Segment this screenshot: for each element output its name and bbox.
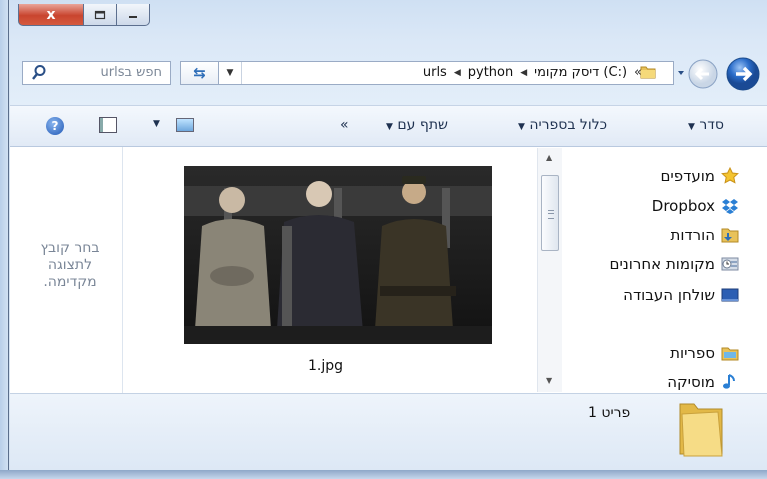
nav-item-music[interactable]: מוסיקה: [667, 372, 739, 392]
back-button[interactable]: [726, 57, 760, 91]
file-name-label[interactable]: 1.jpg: [308, 358, 343, 374]
breadcrumb-separator-icon[interactable]: ◀: [454, 68, 461, 78]
star-icon: [721, 167, 739, 184]
chevron-down-icon: ▼: [386, 122, 393, 132]
nav-item-dropbox[interactable]: Dropbox: [652, 196, 739, 216]
preview-message: בחר קובץ לתצוגה מקדימה.: [40, 240, 100, 290]
nav-item-label: מקומות אחרונים: [609, 255, 715, 273]
nav-item-label: ספריות: [670, 344, 715, 362]
view-options-dropdown[interactable]: ▼: [153, 119, 160, 129]
nav-pane-scrollbar[interactable]: ▲ ▼: [537, 148, 562, 392]
navigation-pane: מועדפים Dropbox הורדות מקומות אחרונים שו…: [562, 148, 767, 392]
search-icon: [32, 65, 46, 80]
close-button[interactable]: x: [18, 4, 84, 26]
search-placeholder: חפש בurls: [100, 65, 162, 80]
window-bottom-border: [0, 470, 767, 479]
caption-buttons: x: [18, 4, 150, 26]
more-commands-button[interactable]: «: [340, 117, 349, 133]
nav-item-favorites[interactable]: מועדפים: [660, 166, 739, 186]
organize-menu[interactable]: ▼ סדר: [688, 117, 724, 133]
close-icon: x: [46, 6, 56, 23]
navigation-buttons: [678, 57, 760, 91]
refresh-icon: ⇆: [193, 64, 206, 82]
command-bar: ? ▼ « ▼ שתף עם ▼ כלול בספריה ▼ סדר: [10, 105, 767, 147]
nav-item-label: Dropbox: [651, 197, 715, 215]
libraries-icon: [721, 347, 739, 361]
preview-pane-button[interactable]: [99, 117, 117, 133]
nav-item-downloads[interactable]: הורדות: [671, 225, 740, 245]
item-count: פריט 1: [588, 405, 631, 421]
breadcrumb-separator-icon[interactable]: ◀: [520, 68, 527, 78]
nav-item-label: מוסיקה: [667, 373, 715, 391]
photo-thumbnail-image: [184, 166, 492, 344]
share-with-label: שתף עם: [397, 117, 448, 133]
include-in-library-menu[interactable]: ▼ כלול בספריה: [518, 117, 607, 133]
nav-item-label: שולחן העבודה: [623, 286, 715, 304]
breadcrumb-python[interactable]: python: [468, 65, 513, 80]
maximize-button[interactable]: [84, 4, 117, 26]
details-pane: [10, 393, 767, 470]
change-view-icon[interactable]: [176, 118, 194, 132]
share-with-menu[interactable]: ▼ שתף עם: [386, 117, 448, 133]
dropbox-icon: [722, 199, 738, 214]
refresh-button[interactable]: ⇆: [180, 61, 218, 85]
explorer-window: x חפש בurls ⇆ ▼ urls ◀ python ◀ דיסק מקו…: [0, 0, 767, 479]
nav-item-desktop[interactable]: שולחן העבודה: [623, 285, 739, 305]
scroll-up-icon[interactable]: ▲: [546, 153, 552, 162]
maximize-icon: [94, 10, 106, 19]
organize-label: סדר: [699, 117, 725, 133]
scroll-down-icon[interactable]: ▼: [546, 376, 552, 385]
music-icon: [723, 374, 735, 389]
chevron-down-icon: ▼: [688, 122, 695, 132]
nav-item-label: הורדות: [670, 226, 716, 244]
minimize-button[interactable]: [117, 4, 150, 26]
grip-icon: [548, 210, 554, 219]
search-box[interactable]: חפש בurls: [22, 61, 171, 85]
address-bar[interactable]: ▼ urls ◀ python ◀ דיסק מקומי (C:) «: [218, 61, 674, 85]
file-thumbnail[interactable]: [184, 166, 492, 344]
desktop-icon: [721, 288, 739, 302]
include-in-library-label: כלול בספריה: [529, 117, 608, 133]
chevron-down-icon: ▼: [518, 122, 525, 132]
downloads-folder-icon: [721, 228, 739, 243]
window-frame-line: [8, 0, 9, 479]
scrollbar-thumb[interactable]: [541, 175, 559, 251]
breadcrumb-urls[interactable]: urls: [423, 65, 447, 80]
forward-button[interactable]: [688, 59, 718, 89]
help-icon: ?: [51, 119, 59, 133]
nav-item-libraries[interactable]: ספריות: [670, 343, 739, 363]
minimize-icon: [129, 15, 137, 18]
help-button[interactable]: ?: [46, 117, 64, 135]
folder-icon: [640, 66, 656, 79]
nav-item-label: מועדפים: [660, 167, 715, 185]
recent-places-icon: [721, 257, 739, 271]
breadcrumb-local-disk[interactable]: דיסק מקומי (C:): [534, 65, 627, 80]
history-dropdown-icon[interactable]: [678, 71, 684, 75]
preview-pane: בחר קובץ לתצוגה מקדימה.: [10, 147, 123, 393]
address-history-dropdown[interactable]: ▼: [219, 62, 242, 84]
chevron-down-icon: ▼: [226, 68, 234, 78]
breadcrumb: urls ◀ python ◀ דיסק מקומי (C:) «: [423, 65, 667, 80]
folder-icon: [679, 403, 723, 457]
nav-item-recent-places[interactable]: מקומות אחרונים: [609, 254, 739, 274]
